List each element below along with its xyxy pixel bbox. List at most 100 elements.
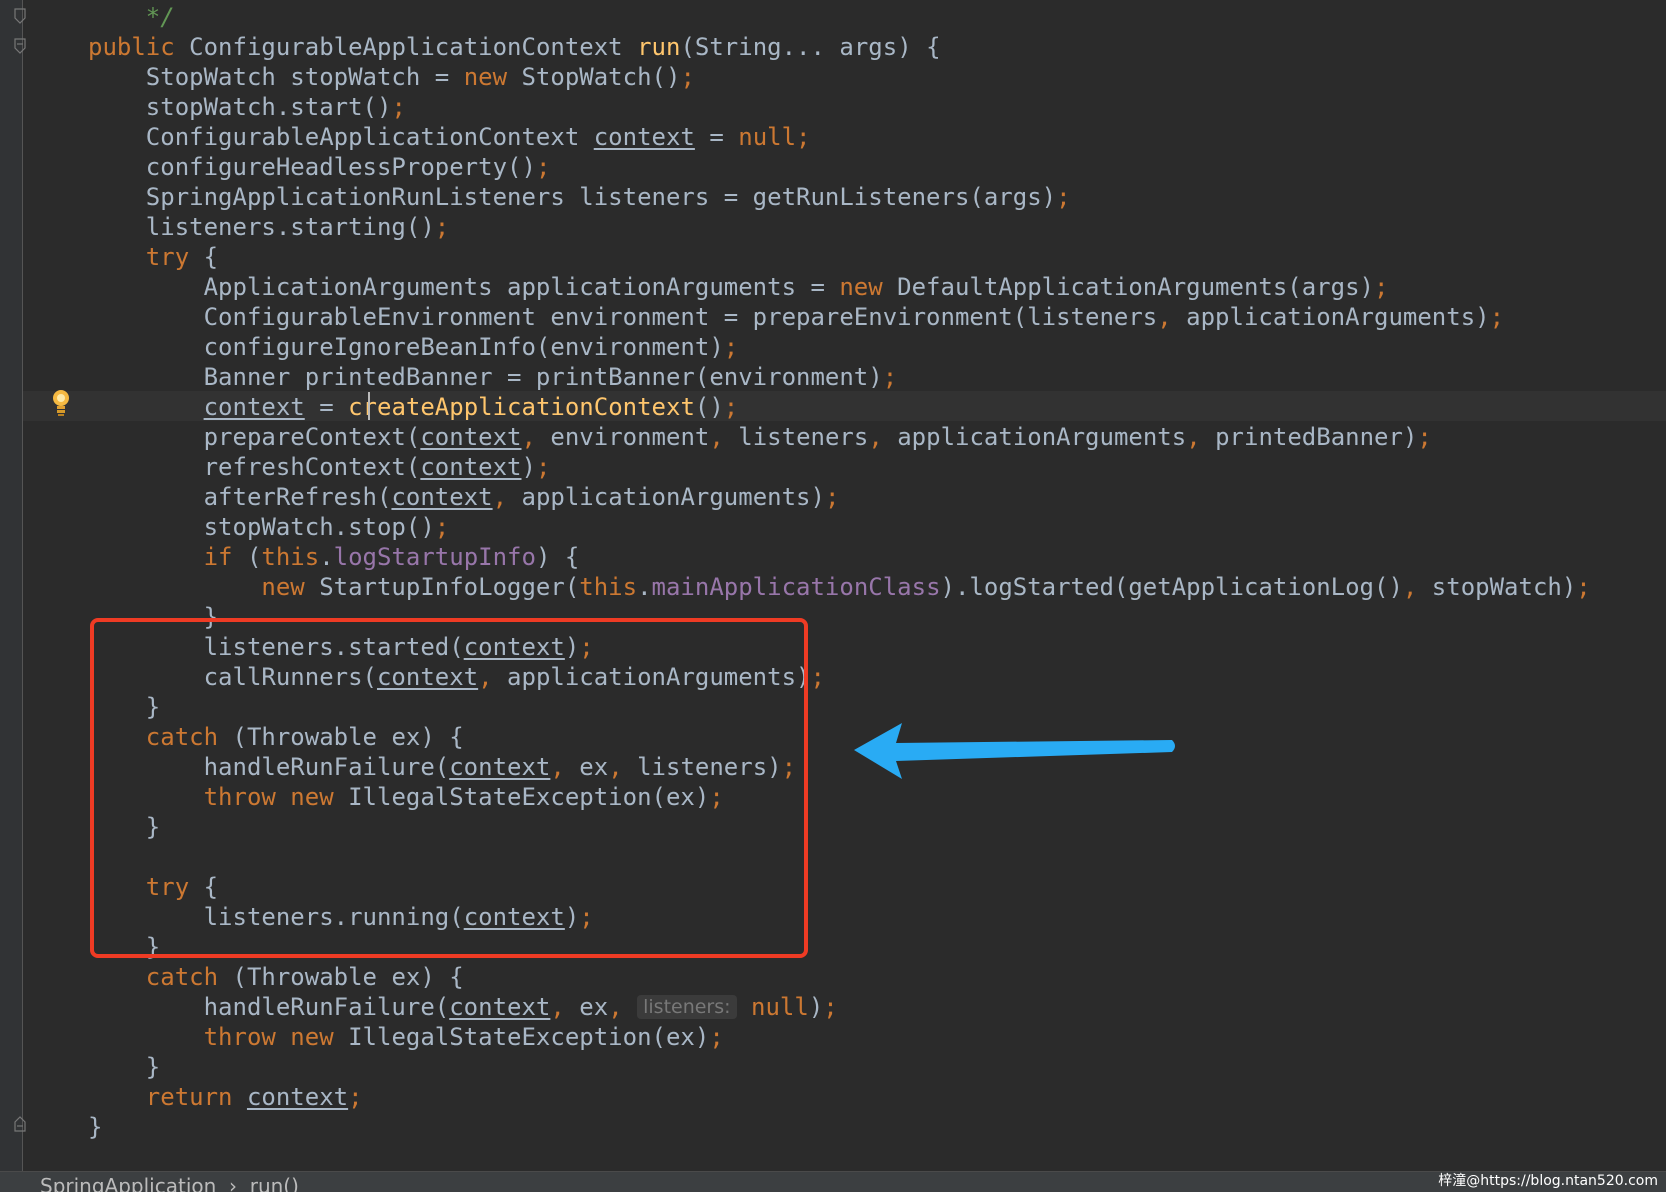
fold-marker-icon[interactable] [14, 1116, 26, 1132]
code-line[interactable]: ApplicationArguments applicationArgument… [88, 272, 1389, 302]
code-token: ; [391, 93, 406, 121]
code-token: ; [434, 513, 450, 541]
watermark-text: 梓潼@https://blog.ntan520.com [1438, 1173, 1658, 1189]
code-line[interactable]: */ [88, 2, 175, 32]
code-line[interactable]: StopWatch stopWatch = new StopWatch(); [88, 62, 695, 92]
code-line[interactable]: } [88, 1112, 102, 1142]
code-line[interactable]: new StartupInfoLogger(this.mainApplicati… [88, 572, 1590, 602]
code-line[interactable]: afterRefresh(context, applicationArgumen… [88, 482, 840, 512]
code-token: ex [579, 993, 609, 1021]
fold-marker-icon[interactable] [14, 8, 26, 24]
code-token: ; [535, 153, 551, 181]
code-token: ; [823, 993, 838, 1021]
code-token: StopWatch() [521, 63, 681, 91]
code-token: context [391, 483, 493, 511]
code-token: ; [810, 663, 825, 691]
code-token: SpringApplicationRunListeners listeners … [145, 183, 1057, 211]
code-token: environment [550, 423, 710, 451]
code-line[interactable]: SpringApplicationRunListeners listeners … [88, 182, 1071, 212]
code-token: (Throwable ex) { [232, 963, 464, 991]
code-token: () [694, 393, 724, 421]
code-line[interactable]: try { [88, 242, 218, 272]
code-line[interactable]: if (this.logStartupInfo) { [88, 542, 580, 572]
code-line[interactable]: public ConfigurableApplicationContext ru… [88, 32, 941, 62]
code-token: stopWatch) [1431, 573, 1577, 601]
code-token: (String... args) { [680, 33, 941, 61]
code-token: , [492, 483, 522, 511]
code-line[interactable]: stopWatch.start(); [88, 92, 406, 122]
code-line[interactable]: catch (Throwable ex) { [88, 962, 464, 992]
code-token: context [246, 1083, 349, 1111]
code-token: ; [824, 483, 840, 511]
code-token: new [463, 63, 522, 91]
code-token: ; [434, 213, 450, 241]
fold-marker-icon[interactable] [14, 38, 26, 54]
code-token: , [1157, 303, 1187, 331]
code-token: throw [203, 1023, 291, 1051]
code-token: ; [1373, 273, 1389, 301]
code-line[interactable]: Banner printedBanner = printBanner(envir… [88, 362, 898, 392]
code-token: if [203, 543, 247, 571]
code-token: ; [1417, 423, 1432, 451]
code-token: applicationArguments) [521, 483, 825, 511]
code-line[interactable]: } [88, 1052, 160, 1082]
code-token: context [420, 453, 522, 481]
code-token: refreshContext( [203, 453, 421, 481]
code-token: public [88, 33, 190, 61]
code-token: handleRunFailure( [203, 993, 450, 1021]
code-editor[interactable]: */public ConfigurableApplicationContext … [0, 0, 1666, 1192]
code-line[interactable]: throw new IllegalStateException(ex); [88, 1022, 724, 1052]
code-token: } [145, 1053, 161, 1081]
code-token: */ [145, 3, 175, 31]
code-token: this [261, 543, 320, 571]
code-line[interactable]: handleRunFailure(context, ex, listeners:… [88, 992, 838, 1022]
code-token: , [608, 993, 638, 1021]
code-line[interactable]: context = createApplicationContext(); [88, 392, 739, 422]
code-line[interactable]: prepareContext(context, environment, lis… [88, 422, 1432, 452]
breadcrumb[interactable]: SpringApplication › run() [40, 1174, 299, 1192]
code-token: ) { [535, 543, 580, 571]
code-token: = [694, 123, 739, 151]
highlight-box [90, 618, 808, 958]
code-line[interactable]: stopWatch.stop(); [88, 512, 450, 542]
code-token: new [290, 1023, 349, 1051]
code-token: , [521, 423, 551, 451]
code-token: ConfigurableApplicationContext [189, 33, 638, 61]
code-line[interactable]: return context; [88, 1082, 363, 1112]
code-token: ) [808, 993, 824, 1021]
code-token: ; [709, 1023, 724, 1051]
code-line[interactable]: listeners.starting(); [88, 212, 449, 242]
code-token: . [319, 543, 334, 571]
lightbulb-icon[interactable] [50, 388, 72, 418]
code-token: , [1186, 423, 1216, 451]
code-token: return [145, 1083, 247, 1111]
code-line[interactable]: configureIgnoreBeanInfo(environment); [88, 332, 739, 362]
code-line[interactable]: ConfigurableApplicationContext context =… [88, 122, 811, 152]
code-token: ; [348, 1083, 363, 1111]
code-token: Banner printedBanner = printBanner(envir… [203, 363, 883, 391]
code-line[interactable]: refreshContext(context); [88, 452, 551, 482]
parameter-hint: listeners: [637, 995, 737, 1019]
code-line[interactable]: ConfigurableEnvironment environment = pr… [88, 302, 1504, 332]
code-token: null [751, 993, 809, 1021]
code-token: ; [723, 333, 739, 361]
code-token: applicationArguments) [1186, 303, 1490, 331]
code-line[interactable]: configureHeadlessProperty(); [88, 152, 551, 182]
code-token: , [1402, 573, 1432, 601]
